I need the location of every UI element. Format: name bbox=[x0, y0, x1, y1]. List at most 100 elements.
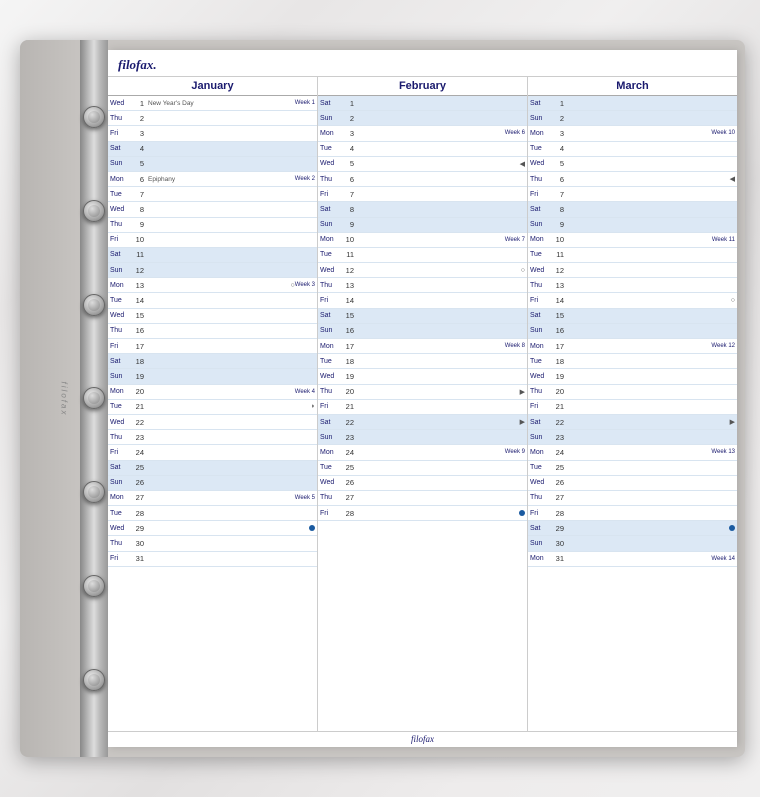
day-name: Fri bbox=[530, 510, 552, 517]
day-number: 7 bbox=[552, 190, 564, 199]
day-row: Mon13○Week 3 bbox=[108, 278, 317, 293]
day-row: Thu13 bbox=[528, 278, 737, 293]
day-row: Sun19 bbox=[108, 369, 317, 384]
day-row: Wed12 bbox=[528, 263, 737, 278]
day-number: 11 bbox=[132, 250, 144, 259]
days-list: Sat1Sun2Mon3Week 6Tue4Wed5◀Thu6Fri7Sat8S… bbox=[318, 96, 527, 731]
day-row: Fri14 bbox=[318, 293, 527, 308]
day-name: Wed bbox=[530, 267, 552, 274]
day-name: Tue bbox=[320, 251, 342, 258]
day-name: Mon bbox=[530, 236, 552, 243]
moon-icon: ◀ bbox=[520, 160, 525, 168]
week-label: Week 5 bbox=[295, 495, 315, 501]
month-header-february: February bbox=[318, 77, 527, 96]
day-number: 19 bbox=[342, 372, 354, 381]
day-name: Sat bbox=[320, 419, 342, 426]
day-name: Fri bbox=[320, 191, 342, 198]
day-number: 9 bbox=[132, 220, 144, 229]
day-number: 28 bbox=[132, 509, 144, 518]
day-number: 28 bbox=[342, 509, 354, 518]
day-number: 13 bbox=[552, 281, 564, 290]
day-number: 17 bbox=[552, 342, 564, 351]
day-name: Thu bbox=[320, 282, 342, 289]
day-number: 8 bbox=[132, 205, 144, 214]
month-header-january: January bbox=[108, 77, 317, 96]
dot-icon bbox=[729, 525, 735, 531]
dot-icon bbox=[309, 525, 315, 531]
days-list: Wed1New Year's DayWeek 1Thu2Fri3Sat4Sun5… bbox=[108, 96, 317, 731]
day-number: 4 bbox=[342, 144, 354, 153]
day-row: Sun9 bbox=[528, 218, 737, 233]
ring-2 bbox=[83, 200, 105, 222]
binder: filofax filofax. JanuaryWed1New Year's D… bbox=[20, 40, 745, 757]
day-name: Fri bbox=[110, 555, 132, 562]
moon-icon: ▶ bbox=[520, 418, 525, 426]
day-name: Sun bbox=[320, 221, 342, 228]
page-footer: filofax bbox=[108, 731, 737, 747]
day-number: 20 bbox=[342, 387, 354, 396]
day-row: Tue21◗ bbox=[108, 400, 317, 415]
day-number: 25 bbox=[132, 463, 144, 472]
footer-logo: filofax bbox=[411, 734, 434, 744]
day-name: Sat bbox=[110, 145, 132, 152]
day-number: 16 bbox=[342, 326, 354, 335]
day-name: Sun bbox=[320, 115, 342, 122]
day-row: Sat8 bbox=[318, 202, 527, 217]
days-list: Sat1Sun2Mon3Week 10Tue4Wed5Thu6◀Fri7Sat8… bbox=[528, 96, 737, 731]
day-row: Tue11 bbox=[318, 248, 527, 263]
day-number: 20 bbox=[132, 387, 144, 396]
week-label: Week 10 bbox=[711, 130, 735, 136]
day-name: Fri bbox=[320, 510, 342, 517]
day-name: Sat bbox=[320, 206, 342, 213]
moon-icon: ○ bbox=[731, 297, 735, 304]
day-number: 21 bbox=[342, 402, 354, 411]
day-note: Epiphany bbox=[144, 176, 295, 183]
day-number: 15 bbox=[132, 311, 144, 320]
day-name: Sun bbox=[110, 160, 132, 167]
month-header-march: March bbox=[528, 77, 737, 96]
week-label: Week 6 bbox=[505, 130, 525, 136]
page-header: filofax. bbox=[108, 50, 737, 77]
day-number: 14 bbox=[552, 296, 564, 305]
day-number: 2 bbox=[552, 114, 564, 123]
day-number: 1 bbox=[552, 99, 564, 108]
moon-icon: ○ bbox=[521, 267, 525, 274]
day-number: 14 bbox=[132, 296, 144, 305]
day-name: Mon bbox=[110, 494, 132, 501]
day-number: 25 bbox=[552, 463, 564, 472]
day-row: Sat22▶ bbox=[528, 415, 737, 430]
day-number: 27 bbox=[132, 493, 144, 502]
day-row: Fri14 ○ bbox=[528, 293, 737, 308]
day-number: 7 bbox=[132, 190, 144, 199]
day-name: Mon bbox=[320, 236, 342, 243]
day-name: Mon bbox=[110, 176, 132, 183]
day-name: Fri bbox=[530, 297, 552, 304]
ring-3 bbox=[83, 294, 105, 316]
week-label: Week 12 bbox=[711, 343, 735, 349]
day-row: Fri3 bbox=[108, 126, 317, 141]
day-name: Fri bbox=[530, 191, 552, 198]
day-row: Sat15 bbox=[318, 309, 527, 324]
day-number: 1 bbox=[132, 99, 144, 108]
day-number: 25 bbox=[342, 463, 354, 472]
day-row: Sun12 bbox=[108, 263, 317, 278]
day-row: Mon20Week 4 bbox=[108, 385, 317, 400]
week-label: Week 8 bbox=[505, 343, 525, 349]
day-row: Sat15 bbox=[528, 309, 737, 324]
day-row: Tue4 bbox=[528, 142, 737, 157]
day-row: Fri21 bbox=[318, 400, 527, 415]
day-row: Sun23 bbox=[318, 430, 527, 445]
day-number: 9 bbox=[342, 220, 354, 229]
day-row: Sun2 bbox=[318, 111, 527, 126]
day-name: Mon bbox=[530, 449, 552, 456]
day-row: Tue25 bbox=[318, 461, 527, 476]
day-row: Sun5 bbox=[108, 157, 317, 172]
day-number: 12 bbox=[132, 266, 144, 275]
day-name: Tue bbox=[320, 145, 342, 152]
week-label: Week 3 bbox=[295, 282, 315, 288]
day-row: Sat1 bbox=[318, 96, 527, 111]
day-row: Sat18 bbox=[108, 354, 317, 369]
day-number: 5 bbox=[132, 159, 144, 168]
day-name: Mon bbox=[110, 388, 132, 395]
day-name: Thu bbox=[110, 115, 132, 122]
